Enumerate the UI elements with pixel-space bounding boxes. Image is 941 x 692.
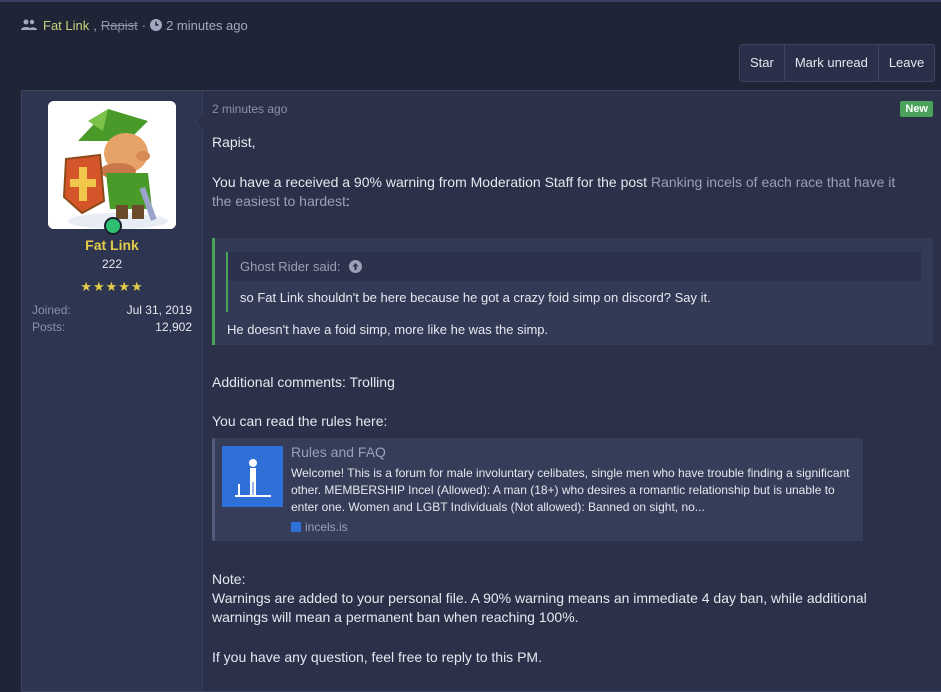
joined-stat: Joined: Jul 31, 2019 xyxy=(32,303,192,317)
preview-title[interactable]: Rules and FAQ xyxy=(291,444,386,460)
users-icon xyxy=(21,19,37,30)
avatar[interactable] xyxy=(48,101,176,229)
note-line-2: warnings will mean a permanent ban when … xyxy=(212,609,579,625)
note-label: Note: xyxy=(212,571,246,587)
quote-attribution[interactable]: Ghost Rider said: xyxy=(228,252,921,281)
posts-stat: Posts: 12,902 xyxy=(32,320,192,334)
dot-separator: · xyxy=(141,17,147,33)
posts-label: Posts: xyxy=(32,320,66,334)
message-content: 2 minutes ago New Rapist, You have a rec… xyxy=(212,91,933,691)
star-button[interactable]: Star xyxy=(740,45,785,81)
username[interactable]: Fat Link xyxy=(22,237,202,253)
clock-icon xyxy=(150,19,163,31)
joined-label: Joined: xyxy=(32,303,71,317)
go-to-original-icon[interactable] xyxy=(349,260,362,273)
nested-quote: Ghost Rider said: so Fat Link shouldn't … xyxy=(226,252,921,312)
user-rank-stars: ★★★★★ xyxy=(80,279,144,294)
participant-separator: , xyxy=(93,17,97,33)
message-user-info: Fat Link 222 ★★★★★ Joined: Jul 31, 2019 … xyxy=(22,91,203,691)
standing-man-icon xyxy=(235,459,271,497)
conversation-participants: Fat Link, Rapist · 2 minutes ago xyxy=(21,16,248,34)
warning-paragraph: You have a received a 90% warning from M… xyxy=(212,173,930,211)
preview-domain-text: incels.is xyxy=(305,520,348,534)
participant-link[interactable]: Fat Link xyxy=(43,18,89,33)
conversation-actions: Star Mark unread Leave xyxy=(739,44,936,82)
rules-link-preview[interactable]: Rules and FAQ Welcome! This is a forum f… xyxy=(212,438,863,541)
conversation-time: 2 minutes ago xyxy=(166,17,248,33)
greeting: Rapist, xyxy=(212,134,256,150)
joined-value: Jul 31, 2019 xyxy=(126,303,192,317)
warned-post-link-part1[interactable]: Ranking incels of each race that have it xyxy=(651,174,895,190)
additional-comments: Additional comments: Trolling xyxy=(212,374,395,390)
preview-domain[interactable]: incels.is xyxy=(291,520,348,534)
posts-value: 12,902 xyxy=(155,320,192,334)
message-timestamp[interactable]: 2 minutes ago xyxy=(212,102,287,116)
avatar-image xyxy=(48,101,176,229)
note-line-1: Warnings are added to your personal file… xyxy=(212,590,867,606)
site-favicon-icon xyxy=(291,522,301,532)
rules-intro: You can read the rules here: xyxy=(212,413,388,429)
new-badge: New xyxy=(900,101,933,117)
warning-colon: : xyxy=(345,193,350,209)
message-container: Fat Link 222 ★★★★★ Joined: Jul 31, 2019 … xyxy=(21,90,941,692)
preview-description: Welcome! This is a forum for male involu… xyxy=(291,466,850,514)
participant-removed[interactable]: Rapist xyxy=(101,18,138,33)
top-divider xyxy=(0,0,941,2)
warning-text: You have a received a 90% warning from M… xyxy=(212,174,651,190)
quote-reply-text: He doesn't have a foid simp, more like h… xyxy=(227,322,549,337)
closing-line: If you have any question, feel free to r… xyxy=(212,649,542,665)
mark-unread-button[interactable]: Mark unread xyxy=(785,45,879,81)
nested-quote-text: so Fat Link shouldn't be here because he… xyxy=(240,290,711,305)
note-paragraph: Note: Warnings are added to your persona… xyxy=(212,570,930,627)
online-status-indicator xyxy=(104,217,122,235)
leave-button[interactable]: Leave xyxy=(879,45,934,81)
warned-post-link-part2[interactable]: the easiest to hardest xyxy=(212,193,346,209)
preview-thumbnail xyxy=(222,446,283,507)
quote-block: Ghost Rider said: so Fat Link shouldn't … xyxy=(212,238,933,345)
quote-author: Ghost Rider said: xyxy=(240,259,341,274)
user-title: 222 xyxy=(101,257,123,271)
